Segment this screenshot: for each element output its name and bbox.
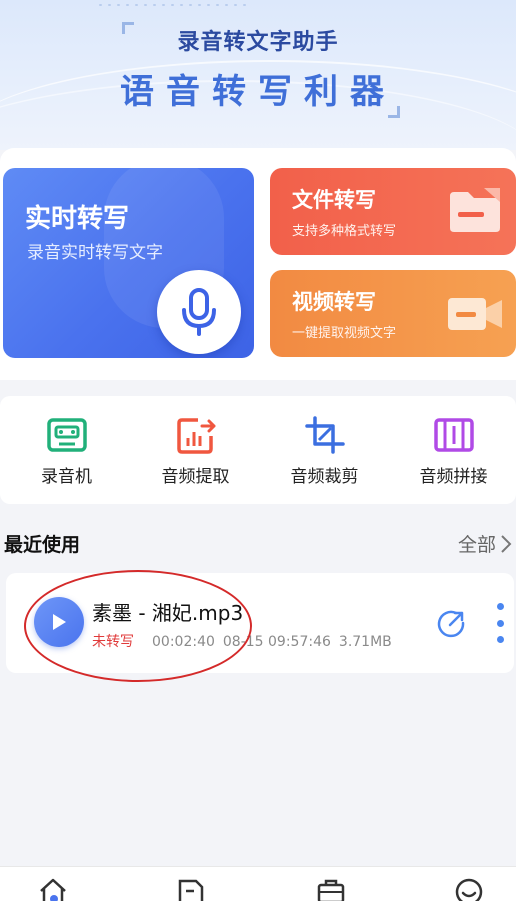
chevron-right-icon bbox=[501, 534, 512, 553]
tool-label: 录音机 bbox=[41, 467, 92, 487]
file-size: 3.71MB bbox=[338, 634, 392, 650]
folder-icon bbox=[450, 188, 500, 232]
view-all-label: 全部 bbox=[457, 534, 496, 556]
video-title: 视频转写 bbox=[292, 290, 376, 314]
crop-icon bbox=[304, 416, 345, 454]
tool-label: 音频裁剪 bbox=[290, 467, 359, 487]
realtime-title: 实时转写 bbox=[25, 204, 130, 234]
tool-row: 录音机 音频提取 音频裁剪 音频拼接 bbox=[0, 396, 516, 504]
merge-icon bbox=[433, 418, 474, 452]
realtime-transcribe-card[interactable]: 实时转写 录音实时转写文字 bbox=[3, 168, 254, 358]
banner-dots bbox=[96, 2, 246, 8]
profile-icon[interactable] bbox=[454, 877, 484, 901]
audio-extract-icon bbox=[176, 418, 215, 454]
dot-icon bbox=[496, 619, 504, 627]
cassette-icon bbox=[46, 418, 87, 452]
tool-label: 音频拼接 bbox=[419, 467, 488, 487]
toolbox-icon[interactable] bbox=[316, 877, 346, 901]
app-subtitle: 录音转文字助手 bbox=[177, 30, 339, 55]
tool-audio-extract[interactable]: 音频提取 bbox=[131, 396, 260, 504]
dot-icon bbox=[496, 603, 504, 610]
tool-label: 音频提取 bbox=[161, 467, 230, 487]
header-banner: 录音转文字助手 语音转写利器 bbox=[0, 0, 516, 150]
more-options-button[interactable] bbox=[490, 603, 510, 643]
share-icon[interactable] bbox=[436, 609, 466, 639]
video-transcribe-card[interactable]: 视频转写 一键提取视频文字 bbox=[270, 270, 516, 357]
file-title: 文件转写 bbox=[292, 188, 376, 212]
tool-recorder[interactable]: 录音机 bbox=[2, 396, 131, 504]
app-headline: 语音转写利器 bbox=[120, 72, 396, 112]
file-desc: 支持多种格式转写 bbox=[292, 224, 397, 239]
microphone-button[interactable] bbox=[157, 270, 241, 354]
microphone-icon bbox=[182, 288, 216, 336]
view-all-link[interactable]: 全部 bbox=[458, 530, 512, 557]
files-icon[interactable] bbox=[176, 877, 206, 901]
tool-audio-crop[interactable]: 音频裁剪 bbox=[260, 396, 389, 504]
home-icon[interactable] bbox=[38, 877, 68, 901]
recent-title: 最近使用 bbox=[4, 534, 81, 556]
bottom-nav bbox=[0, 866, 516, 901]
video-desc: 一键提取视频文字 bbox=[292, 326, 397, 341]
video-camera-icon bbox=[448, 298, 502, 330]
realtime-desc: 录音实时转写文字 bbox=[27, 243, 163, 263]
file-transcribe-card[interactable]: 文件转写 支持多种格式转写 bbox=[270, 168, 516, 255]
highlight-annotation bbox=[24, 570, 252, 682]
dot-icon bbox=[496, 636, 504, 643]
tool-audio-merge[interactable]: 音频拼接 bbox=[389, 396, 516, 504]
